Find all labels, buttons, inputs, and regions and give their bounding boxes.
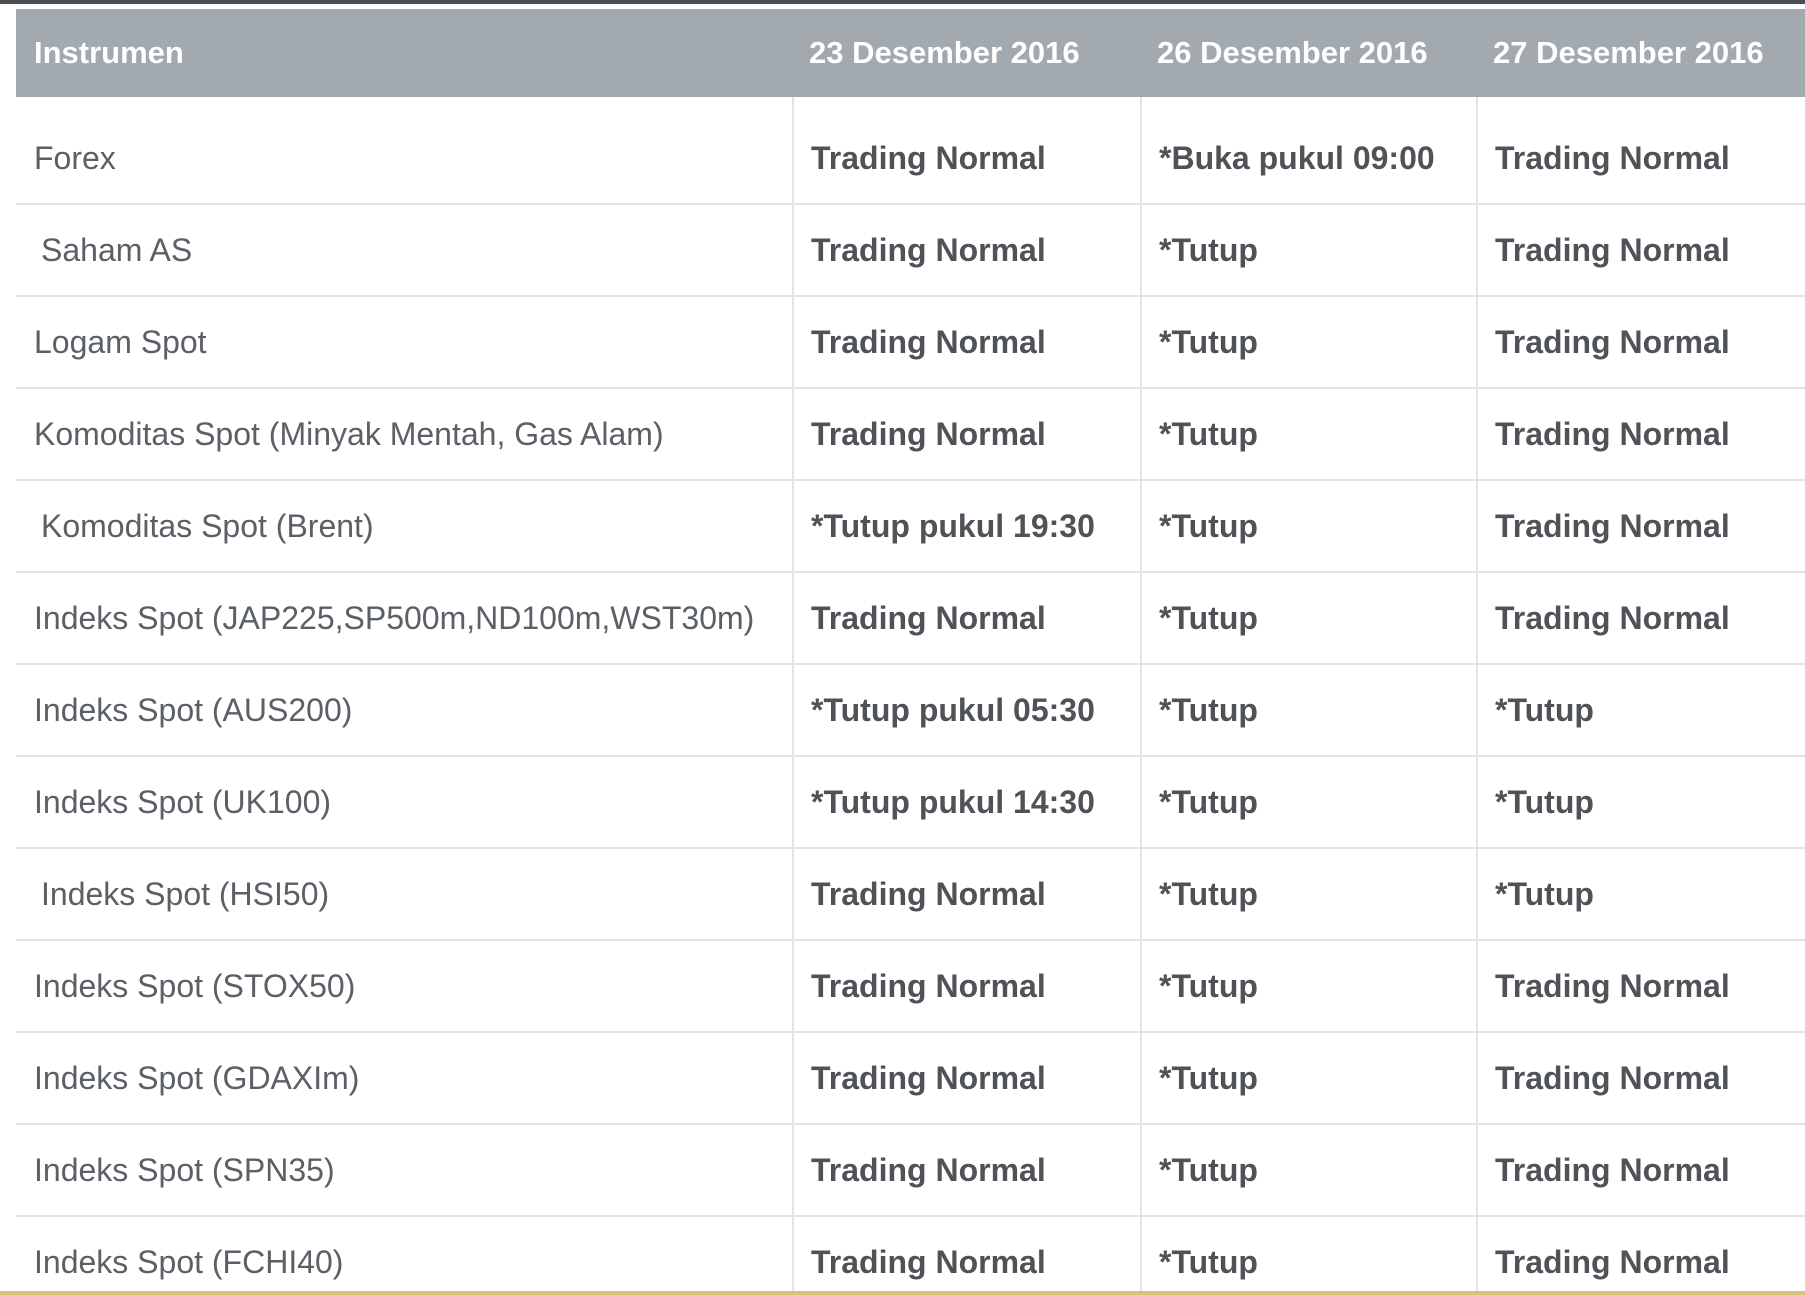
header-date-2: 26 Desember 2016 bbox=[1157, 35, 1428, 70]
status-cell-date-1: Trading Normal bbox=[792, 389, 1140, 479]
instrument-cell: Indeks Spot (STOX50) bbox=[34, 967, 356, 1004]
table-body: Forex Trading Normal *Buka pukul 09:00 T… bbox=[16, 97, 1805, 1291]
status-cell-date-3: *Tutup bbox=[1476, 757, 1805, 847]
status-cell-date-3: Trading Normal bbox=[1476, 941, 1805, 1031]
status-cell-date-3: Trading Normal bbox=[1476, 97, 1805, 203]
table-row: Komoditas Spot (Minyak Mentah, Gas Alam)… bbox=[16, 389, 1805, 481]
status-cell-date-2: *Tutup bbox=[1140, 1217, 1476, 1291]
status-cell-date-1: Trading Normal bbox=[792, 941, 1140, 1031]
status-cell-date-1: Trading Normal bbox=[792, 97, 1140, 203]
status-cell-date-2: *Tutup bbox=[1140, 389, 1476, 479]
status-cell-date-2: *Tutup bbox=[1140, 481, 1476, 571]
status-cell-date-1: Trading Normal bbox=[792, 1125, 1140, 1215]
table-row: Indeks Spot (GDAXIm) Trading Normal *Tut… bbox=[16, 1033, 1805, 1125]
instrument-cell: Indeks Spot (GDAXIm) bbox=[34, 1059, 360, 1096]
status-cell-date-1: *Tutup pukul 14:30 bbox=[792, 757, 1140, 847]
status-cell-date-3: Trading Normal bbox=[1476, 297, 1805, 387]
status-cell-date-2: *Tutup bbox=[1140, 297, 1476, 387]
status-cell-date-3: *Tutup bbox=[1476, 665, 1805, 755]
status-cell-date-2: *Tutup bbox=[1140, 1125, 1476, 1215]
table-row: Indeks Spot (HSI50) Trading Normal *Tutu… bbox=[16, 849, 1805, 941]
status-cell-date-2: *Tutup bbox=[1140, 665, 1476, 755]
table-row: Saham AS Trading Normal *Tutup Trading N… bbox=[16, 205, 1805, 297]
status-cell-date-3: Trading Normal bbox=[1476, 573, 1805, 663]
status-cell-date-1: *Tutup pukul 19:30 bbox=[792, 481, 1140, 571]
instrument-cell: Indeks Spot (UK100) bbox=[34, 783, 332, 820]
table-row: Indeks Spot (JAP225,SP500m,ND100m,WST30m… bbox=[16, 573, 1805, 665]
top-border bbox=[0, 0, 1805, 4]
status-cell-date-2: *Tutup bbox=[1140, 757, 1476, 847]
table-row: Indeks Spot (UK100) *Tutup pukul 14:30 *… bbox=[16, 757, 1805, 849]
table-row: Indeks Spot (AUS200) *Tutup pukul 05:30 … bbox=[16, 665, 1805, 757]
header-instrument: Instrumen bbox=[34, 35, 184, 70]
table-row: Forex Trading Normal *Buka pukul 09:00 T… bbox=[16, 97, 1805, 205]
instrument-cell: Indeks Spot (AUS200) bbox=[34, 691, 353, 728]
instrument-cell: Indeks Spot (JAP225,SP500m,ND100m,WST30m… bbox=[34, 599, 755, 636]
status-cell-date-1: Trading Normal bbox=[792, 849, 1140, 939]
table-row: Indeks Spot (STOX50) Trading Normal *Tut… bbox=[16, 941, 1805, 1033]
instrument-cell: Indeks Spot (SPN35) bbox=[34, 1151, 335, 1188]
status-cell-date-1: Trading Normal bbox=[792, 297, 1140, 387]
status-cell-date-3: Trading Normal bbox=[1476, 1125, 1805, 1215]
instrument-cell: Komoditas Spot (Minyak Mentah, Gas Alam) bbox=[34, 415, 664, 452]
instrument-cell: Saham AS bbox=[41, 231, 193, 268]
instrument-cell: Komoditas Spot (Brent) bbox=[41, 507, 374, 544]
status-cell-date-2: *Tutup bbox=[1140, 941, 1476, 1031]
status-cell-date-2: *Tutup bbox=[1140, 1033, 1476, 1123]
status-cell-date-3: Trading Normal bbox=[1476, 481, 1805, 571]
instrument-cell: Indeks Spot (HSI50) bbox=[41, 875, 330, 912]
status-cell-date-3: Trading Normal bbox=[1476, 389, 1805, 479]
instrument-cell: Indeks Spot (FCHI40) bbox=[34, 1243, 344, 1280]
status-cell-date-3: Trading Normal bbox=[1476, 205, 1805, 295]
instrument-cell: Logam Spot bbox=[34, 323, 207, 360]
status-cell-date-3: *Tutup bbox=[1476, 849, 1805, 939]
status-cell-date-1: *Tutup pukul 05:30 bbox=[792, 665, 1140, 755]
table-row: Indeks Spot (FCHI40) Trading Normal *Tut… bbox=[16, 1217, 1805, 1291]
schedule-table: Instrumen 23 Desember 2016 26 Desember 2… bbox=[16, 9, 1805, 1291]
status-cell-date-2: *Tutup bbox=[1140, 849, 1476, 939]
status-cell-date-1: Trading Normal bbox=[792, 1217, 1140, 1291]
status-cell-date-2: *Tutup bbox=[1140, 205, 1476, 295]
table-header: Instrumen 23 Desember 2016 26 Desember 2… bbox=[16, 9, 1805, 97]
status-cell-date-2: *Buka pukul 09:00 bbox=[1140, 97, 1476, 203]
instrument-cell: Forex bbox=[34, 139, 116, 176]
status-cell-date-2: *Tutup bbox=[1140, 573, 1476, 663]
header-date-3: 27 Desember 2016 bbox=[1493, 35, 1764, 70]
status-cell-date-3: Trading Normal bbox=[1476, 1217, 1805, 1291]
table-row: Komoditas Spot (Brent) *Tutup pukul 19:3… bbox=[16, 481, 1805, 573]
status-cell-date-1: Trading Normal bbox=[792, 205, 1140, 295]
header-date-1: 23 Desember 2016 bbox=[809, 35, 1080, 70]
status-cell-date-3: Trading Normal bbox=[1476, 1033, 1805, 1123]
status-cell-date-1: Trading Normal bbox=[792, 573, 1140, 663]
status-cell-date-1: Trading Normal bbox=[792, 1033, 1140, 1123]
table-row: Indeks Spot (SPN35) Trading Normal *Tutu… bbox=[16, 1125, 1805, 1217]
bottom-border bbox=[0, 1291, 1805, 1295]
table-row: Logam Spot Trading Normal *Tutup Trading… bbox=[16, 297, 1805, 389]
